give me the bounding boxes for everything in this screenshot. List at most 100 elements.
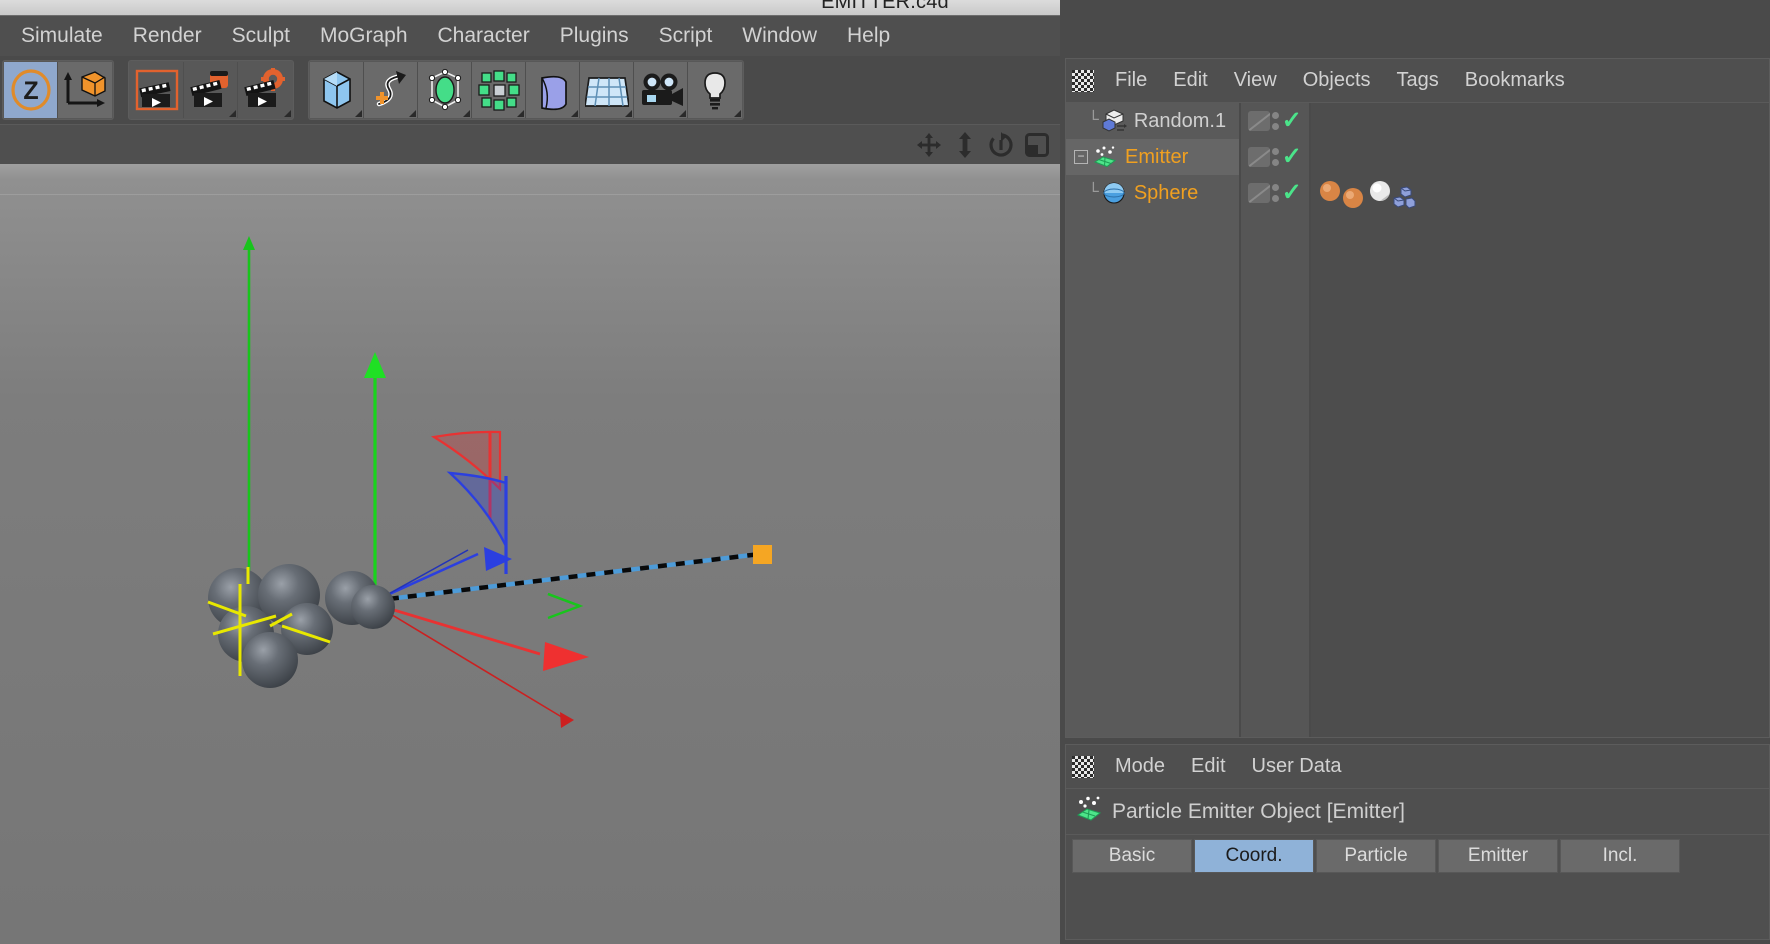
- phong-tag-icon[interactable]: [1369, 180, 1391, 207]
- attribute-manager-tabs: Basic Coord. Particle Emitter Incl.: [1066, 835, 1769, 873]
- deformer-bend-button[interactable]: [526, 62, 580, 118]
- rotate-view-icon[interactable]: [986, 130, 1016, 160]
- attribute-tab-basic[interactable]: Basic: [1072, 839, 1192, 873]
- menu-sculpt[interactable]: Sculpt: [217, 22, 305, 50]
- attribute-tab-particle[interactable]: Particle: [1316, 839, 1436, 873]
- object-manager-menu-bar: File Edit View Objects Tags Bookmarks: [1066, 59, 1769, 103]
- rotate-band-z-blue[interactable]: [446, 471, 508, 547]
- light-button[interactable]: [688, 62, 742, 118]
- menu-corner-indicator[interactable]: [571, 110, 578, 117]
- object-manager-body: └ Random.1− Emitter └ Sphere ✓ ✓ ✓: [1066, 103, 1769, 737]
- attribute-tab-coord-[interactable]: Coord.: [1194, 839, 1314, 873]
- menu-help[interactable]: Help: [832, 22, 905, 50]
- menu-corner-indicator[interactable]: [625, 110, 632, 117]
- render-view-button[interactable]: [130, 62, 184, 118]
- main-toolbar: Z: [0, 56, 1060, 124]
- object-visibility-row: ✓: [1241, 103, 1309, 139]
- menu-corner-indicator[interactable]: [284, 110, 291, 117]
- particle-tag-icon[interactable]: [1392, 185, 1416, 215]
- menu-simulate[interactable]: Simulate: [6, 22, 118, 50]
- material-tag-icon[interactable]: [1342, 187, 1364, 214]
- undo-transform-group: Z: [2, 60, 114, 120]
- menu-corner-indicator[interactable]: [463, 110, 470, 117]
- generator-nurbs-button[interactable]: [418, 62, 472, 118]
- attribute-tab-emitter[interactable]: Emitter: [1438, 839, 1558, 873]
- move-view-icon[interactable]: [914, 130, 944, 160]
- attribute-tab-incl-[interactable]: Incl.: [1560, 839, 1680, 873]
- 3d-viewport[interactable]: [0, 164, 1060, 944]
- visibility-dots[interactable]: [1272, 112, 1280, 130]
- menu-corner-indicator[interactable]: [409, 110, 416, 117]
- spline-pen-icon: [370, 68, 412, 112]
- enable-checkmark-icon[interactable]: ✓: [1282, 181, 1302, 205]
- object-manager-menu-bookmarks[interactable]: Bookmarks: [1452, 67, 1578, 94]
- menu-corner-indicator[interactable]: [734, 110, 741, 117]
- object-tag-column[interactable]: [1311, 103, 1769, 737]
- object-row-emitter[interactable]: − Emitter: [1066, 139, 1239, 175]
- axis-y-green[interactable]: [364, 352, 386, 604]
- material-tag-icon[interactable]: [1319, 180, 1341, 207]
- object-manager-menu-view[interactable]: View: [1221, 67, 1290, 94]
- object-manager-menu-tags[interactable]: Tags: [1384, 67, 1452, 94]
- right-panel-column: File Edit View Objects Tags Bookmarks └ Rando…: [1060, 0, 1770, 944]
- menu-window[interactable]: Window: [727, 22, 832, 50]
- menu-corner-indicator[interactable]: [679, 110, 686, 117]
- visibility-toggle[interactable]: [1248, 111, 1271, 131]
- menu-corner-indicator[interactable]: [229, 110, 236, 117]
- menu-render[interactable]: Render: [118, 22, 217, 50]
- z-axis-lock-button[interactable]: Z: [4, 62, 58, 118]
- menu-mograph[interactable]: MoGraph: [305, 22, 423, 50]
- expand-collapse-toggle[interactable]: −: [1074, 150, 1088, 164]
- generator-nurbs-icon: [424, 68, 466, 112]
- object-visibility-columns[interactable]: ✓ ✓ ✓: [1241, 103, 1311, 737]
- toggle-layout-icon[interactable]: [1022, 130, 1052, 160]
- cube-primitive-button[interactable]: [310, 62, 364, 118]
- panel-grip-icon[interactable]: [1072, 755, 1094, 778]
- object-manager-menu-objects[interactable]: Objects: [1290, 67, 1384, 94]
- z-axis-lock-icon: Z: [10, 69, 52, 111]
- zoom-view-icon[interactable]: [950, 130, 980, 160]
- visibility-toggle[interactable]: [1248, 183, 1271, 203]
- menu-script[interactable]: Script: [644, 22, 728, 50]
- visibility-dots[interactable]: [1272, 184, 1280, 202]
- mograph-cloner-icon: [477, 68, 521, 112]
- mograph-cloner-button[interactable]: [472, 62, 526, 118]
- attribute-manager-menu-mode[interactable]: Mode: [1102, 753, 1178, 780]
- hierarchy-line: └: [1088, 183, 1099, 203]
- orange-drag-handle[interactable]: [753, 545, 772, 564]
- scene-floor-button[interactable]: [580, 62, 634, 118]
- object-visibility-row: ✓: [1241, 139, 1309, 175]
- mograph-random-effector-icon: [1101, 109, 1127, 133]
- object-manager-menu-edit[interactable]: Edit: [1160, 67, 1220, 94]
- render-picture-viewer-button[interactable]: [184, 62, 238, 118]
- drag-path-dashed: [371, 551, 761, 604]
- viewport-header: [0, 124, 1060, 164]
- light-icon: [694, 68, 736, 112]
- enable-checkmark-icon[interactable]: ✓: [1282, 109, 1302, 133]
- spline-pen-button[interactable]: [364, 62, 418, 118]
- object-visibility-row: ✓: [1241, 175, 1309, 211]
- menu-plugins[interactable]: Plugins: [545, 22, 644, 50]
- panel-grip-icon[interactable]: [1072, 69, 1094, 92]
- menu-corner-indicator[interactable]: [355, 110, 362, 117]
- visibility-dots[interactable]: [1272, 148, 1280, 166]
- render-settings-button[interactable]: [238, 62, 292, 118]
- object-tree[interactable]: └ Random.1− Emitter └ Sphere: [1066, 103, 1241, 737]
- cube-primitive-icon: [317, 68, 357, 112]
- enable-checkmark-icon[interactable]: ✓: [1282, 145, 1302, 169]
- rotate-band-y-green[interactable]: [547, 592, 584, 620]
- sphere-primitive-icon: [1101, 181, 1127, 205]
- object-row-sphere[interactable]: └ Sphere: [1066, 175, 1239, 211]
- attribute-manager-menu-user-data[interactable]: User Data: [1239, 753, 1355, 780]
- attribute-manager-menu-edit[interactable]: Edit: [1178, 753, 1238, 780]
- object-row-random-1[interactable]: └ Random.1: [1066, 103, 1239, 139]
- camera-button[interactable]: [634, 62, 688, 118]
- menu-corner-indicator[interactable]: [517, 110, 524, 117]
- attribute-manager-panel: Mode Edit User Data Particle Emitter Obj…: [1065, 744, 1770, 940]
- menu-character[interactable]: Character: [423, 22, 545, 50]
- particle-emitter-icon: [1092, 145, 1118, 169]
- object-tags-row: [1311, 103, 1769, 139]
- visibility-toggle[interactable]: [1248, 147, 1271, 167]
- object-axis-button[interactable]: [58, 62, 112, 118]
- object-manager-menu-file[interactable]: File: [1102, 67, 1160, 94]
